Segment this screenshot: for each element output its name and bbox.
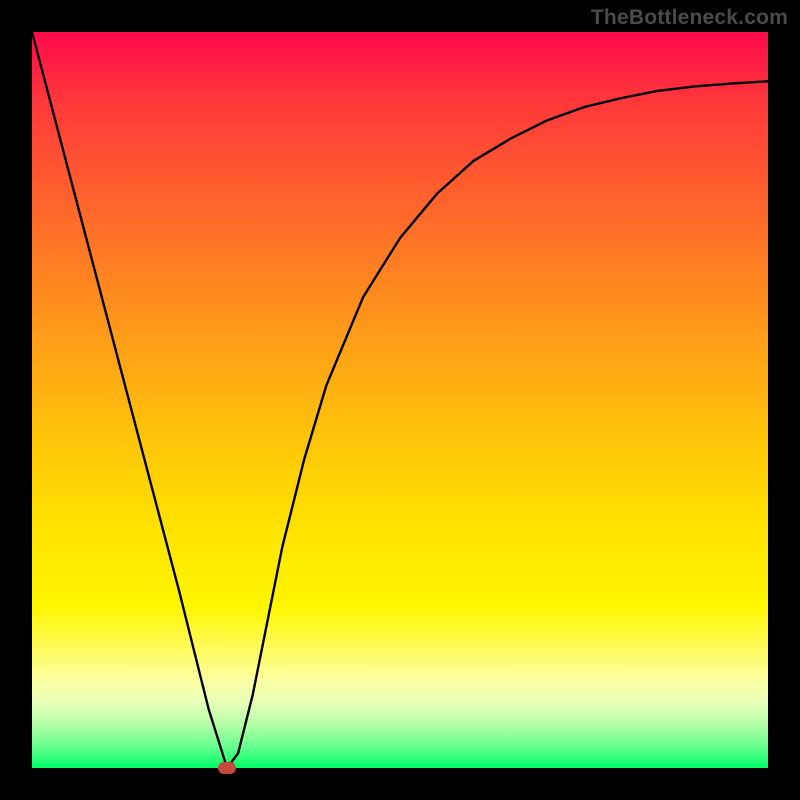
watermark-text: TheBottleneck.com	[591, 6, 788, 30]
chart-frame: TheBottleneck.com	[0, 0, 800, 800]
plot-area	[32, 32, 768, 768]
bottleneck-curve	[32, 32, 768, 768]
bottleneck-marker	[218, 762, 236, 774]
